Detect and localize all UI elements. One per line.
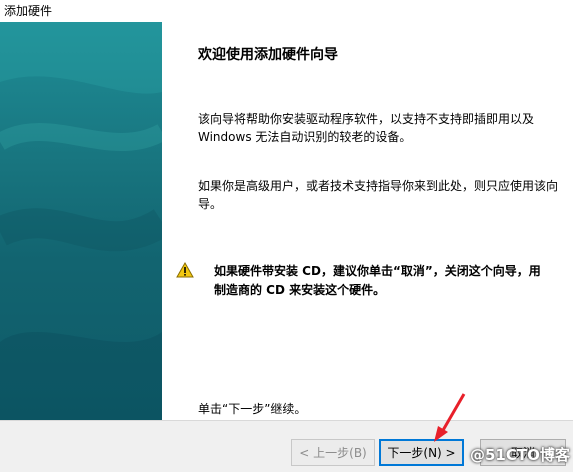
- warning-icon: [176, 262, 194, 278]
- watermark: @51CTO博客: [470, 446, 570, 464]
- wizard-advanced-note: 如果你是高级用户，或者技术支持指导你来到此处，则只应使用该向导。: [198, 179, 559, 211]
- window-title: 添加硬件: [0, 0, 573, 22]
- wizard-heading: 欢迎使用添加硬件向导: [198, 47, 338, 63]
- continue-hint: 单击“下一步”继续。: [198, 402, 307, 416]
- wizard-content: 欢迎使用添加硬件向导 该向导将帮助你安装驱动程序软件，以支持不支持即插即用以及 …: [162, 22, 573, 420]
- back-button[interactable]: < 上一步(B): [291, 439, 375, 466]
- annotation-arrow-icon: [434, 393, 466, 442]
- warning-text: 如果硬件带安装 CD，建议你单击“取消”，关闭这个向导，用制造商的 CD 来安装…: [214, 264, 541, 297]
- warning-message: 如果硬件带安装 CD，建议你单击“取消”，关闭这个向导，用制造商的 CD 来安装…: [176, 262, 544, 300]
- banner-art: [0, 22, 162, 420]
- wizard-banner: [0, 22, 162, 420]
- wizard-description: 该向导将帮助你安装驱动程序软件，以支持不支持即插即用以及 Windows 无法自…: [198, 112, 535, 144]
